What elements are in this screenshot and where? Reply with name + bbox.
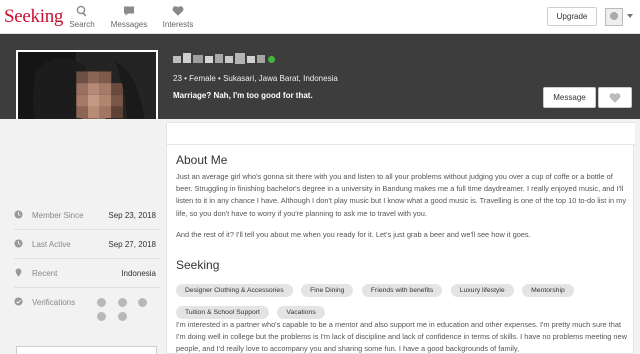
heart-icon [609, 93, 621, 103]
nav-search-label: Search [69, 20, 95, 29]
online-status-dot [268, 56, 275, 63]
chevron-down-icon[interactable] [627, 14, 633, 18]
stat-label: Last Active [32, 240, 71, 249]
seeking-tag: Tuition & School Support [176, 306, 269, 319]
photo-verified-icon [118, 312, 127, 321]
location-icon [14, 268, 24, 278]
email-icon [138, 298, 147, 307]
seeking-tag: Fine Dining [301, 284, 354, 297]
about-text-more: And the rest of it? I'll tell you about … [176, 230, 531, 239]
stat-value: Indonesia [121, 269, 156, 278]
linkedin-icon [118, 298, 127, 307]
clock-icon [14, 239, 24, 249]
stat-label: Recent [32, 269, 58, 278]
check-circle-icon [14, 297, 24, 307]
seeking-logo[interactable]: Seeking [4, 6, 63, 28]
nav-messages-label: Messages [110, 20, 148, 29]
nav-interests-label: Interests [162, 20, 194, 29]
about-text: Just an average girl who's gonna sit the… [176, 172, 627, 218]
stat-member-since: Member Since Sep 23, 2018 [14, 210, 160, 224]
chat-icon [104, 5, 154, 19]
seeking-tag: Mentorship [522, 284, 574, 297]
stat-last-active: Last Active Sep 27, 2018 [14, 239, 160, 253]
content-tabs-strip [167, 123, 635, 145]
message-button[interactable]: Message [543, 87, 596, 108]
seeking-tag: Friends with benefits [361, 284, 443, 297]
nav-interests[interactable]: Interests [153, 5, 203, 29]
profile-name-blurred [173, 53, 265, 64]
profile-tagline: Marriage? Nah, I'm too good for that. [173, 91, 313, 100]
about-heading: About Me [176, 153, 228, 167]
account-avatar[interactable] [605, 8, 623, 26]
profile-content: About Me Just an average girl who's gonn… [166, 122, 635, 354]
nav-search[interactable]: Search [57, 5, 107, 29]
stat-label: Verifications [32, 298, 76, 307]
favorite-button[interactable] [598, 87, 632, 108]
divider [14, 258, 160, 259]
seeking-text: I'm interested in a partner who's capabl… [176, 320, 627, 354]
stat-recent-location: Recent Indonesia [14, 268, 160, 282]
profile-meta: 23 • Female • Sukasari, Jawa Barat, Indo… [173, 74, 338, 83]
phone-icon [97, 312, 106, 321]
upgrade-button[interactable]: Upgrade [547, 7, 597, 26]
seeking-tags: Designer Clothing & Accessories Fine Din… [176, 279, 616, 323]
top-nav: Seeking Search Messages Interests Upgrad… [0, 0, 640, 34]
seeking-tag: Luxury lifestyle [450, 284, 514, 297]
stat-value: Sep 23, 2018 [108, 211, 156, 220]
stat-value: Sep 27, 2018 [108, 240, 156, 249]
seeking-tag: Designer Clothing & Accessories [176, 284, 293, 297]
stat-label: Member Since [32, 211, 84, 220]
clock-icon [14, 210, 24, 220]
divider [14, 229, 160, 230]
heart-icon [153, 5, 203, 19]
nav-messages[interactable]: Messages [104, 5, 154, 29]
sidebar-button[interactable] [16, 346, 157, 354]
search-icon [57, 5, 107, 19]
seeking-tag: Vacations [277, 306, 325, 319]
divider [14, 287, 160, 288]
facebook-icon [97, 298, 106, 307]
seeking-heading: Seeking [176, 258, 220, 272]
verification-icons [97, 297, 147, 321]
